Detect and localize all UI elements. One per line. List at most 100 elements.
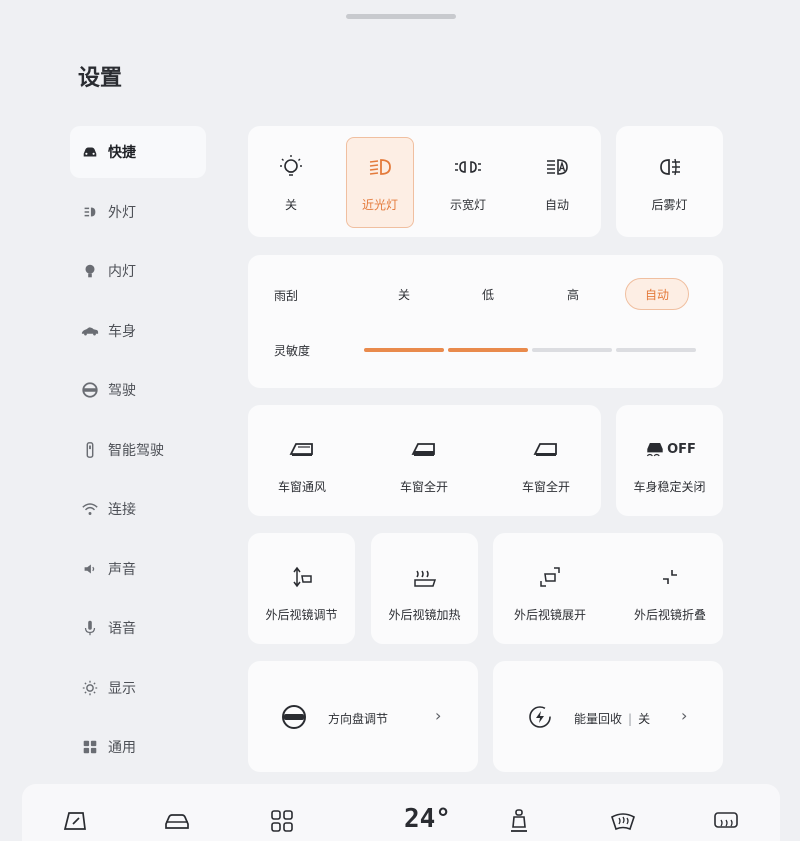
dock-seat-button[interactable]	[502, 806, 536, 840]
sidebar-item-general[interactable]: 通用	[70, 721, 206, 773]
sidebar-item-label: 智能驾驶	[108, 442, 164, 459]
mirror-option-label: 外后视镜折叠	[633, 608, 706, 622]
auto-light-icon	[543, 152, 571, 182]
energy-recovery-value: 关	[638, 712, 651, 726]
smart-drive-icon	[80, 440, 100, 460]
rear-defrost-icon	[712, 807, 740, 839]
sidebar-item-interior-lights[interactable]: 内灯	[70, 245, 206, 297]
energy-recovery-label: 能量回收	[574, 712, 623, 726]
light-off-icon	[277, 152, 305, 182]
mirror-fold-icon	[656, 562, 684, 592]
dock-car-button[interactable]	[160, 806, 194, 840]
car-icon	[163, 807, 191, 839]
sensitivity-label: 灵敏度	[274, 344, 311, 358]
sidebar-item-sound[interactable]: 声音	[70, 543, 206, 595]
mirror-option-label: 外后视镜展开	[513, 608, 586, 622]
light-option-label: 示宽灯	[449, 198, 486, 212]
wiper-low-button[interactable]: 低	[456, 278, 520, 310]
car-icon	[80, 142, 100, 162]
esc-badge: OFF	[667, 441, 696, 457]
chevron-right-icon: ›	[681, 706, 688, 725]
seat-icon	[505, 807, 533, 839]
window-vent-button[interactable]: 车窗通风	[262, 420, 342, 508]
rear-fog-icon	[656, 152, 684, 182]
sidebar-item-display[interactable]: 显示	[70, 662, 206, 714]
energy-recovery-row[interactable]: 能量回收 | 关	[526, 703, 650, 734]
microphone-icon	[80, 618, 100, 638]
front-defrost-icon	[609, 807, 637, 839]
wiper-card	[248, 255, 723, 388]
dock-rear-defrost-button[interactable]	[709, 806, 743, 840]
sidebar-item-exterior-lights[interactable]: 外灯	[70, 186, 206, 238]
window-option-label: 车窗全开	[399, 480, 448, 494]
sidebar-item-label: 外灯	[108, 204, 136, 221]
dock-temperature[interactable]: 24°	[404, 804, 451, 834]
dock-apps-button[interactable]	[265, 806, 299, 840]
auto-light-button[interactable]: 自动	[523, 138, 591, 228]
sidebar-item-label: 语音	[108, 621, 136, 637]
energy-recovery-separator: |	[628, 711, 633, 726]
window-vent-icon	[288, 434, 316, 464]
brightness-icon	[80, 678, 100, 698]
sidebar-item-label: 驾驶	[108, 383, 136, 399]
page-title: 设置	[78, 66, 123, 91]
sensitivity-segment-1[interactable]	[364, 348, 444, 352]
sidebar-item-quick[interactable]: 快捷	[70, 126, 206, 178]
sidebar-item-label: 显示	[108, 680, 136, 697]
bottom-dock: 24°	[22, 784, 780, 841]
dock-navigation-button[interactable]	[58, 806, 92, 840]
sidebar-item-smart-driving[interactable]: 智能驾驶	[70, 424, 206, 476]
window-option-label: 车窗全开	[521, 480, 570, 494]
steering-adjust-label: 方向盘调节	[328, 712, 389, 726]
mirror-unfold-icon	[536, 562, 564, 592]
sidebar: 快捷 外灯 内灯 车身 驾驶 智能驾驶 连接 声音 语音 显示 通用	[70, 126, 206, 781]
steering-wheel-icon	[80, 380, 100, 400]
parking-light-icon	[454, 152, 482, 182]
wifi-icon	[80, 499, 100, 519]
parking-light-button[interactable]: 示宽灯	[434, 138, 502, 228]
sidebar-item-connect[interactable]: 连接	[70, 483, 206, 535]
mirror-option-label: 外后视镜调节	[265, 608, 338, 622]
mirror-fold-button[interactable]: 外后视镜折叠	[620, 548, 720, 636]
light-option-label: 近光灯	[361, 198, 398, 212]
apps-icon	[268, 807, 296, 839]
window-option-label: 车窗通风	[277, 480, 326, 494]
sensitivity-segment-3[interactable]	[532, 348, 612, 352]
esc-label: 车身稳定关闭	[633, 480, 706, 494]
dock-front-defrost-button[interactable]	[606, 806, 640, 840]
sidebar-item-driving[interactable]: 驾驶	[70, 364, 206, 416]
sidebar-item-voice[interactable]: 语音	[70, 602, 206, 654]
drag-handle[interactable]	[346, 14, 456, 19]
window-open-button[interactable]: 车窗全开	[384, 420, 464, 508]
sidebar-item-label: 快捷	[108, 145, 136, 161]
esc-off-icon: OFF	[643, 434, 696, 464]
bulb-icon	[80, 261, 100, 281]
sensitivity-segment-4[interactable]	[616, 348, 696, 352]
low-beam-button[interactable]: 近光灯	[346, 137, 414, 228]
mirror-adjust-icon	[288, 562, 316, 592]
wiper-label: 雨刮	[274, 289, 299, 303]
mirror-heat-button[interactable]: 外后视镜加热	[375, 548, 474, 636]
sidebar-item-body[interactable]: 车身	[70, 305, 206, 357]
sidebar-item-label: 车身	[108, 323, 136, 340]
wiper-auto-button[interactable]: 自动	[625, 278, 689, 310]
navigation-icon	[61, 807, 89, 839]
sensitivity-segment-2[interactable]	[448, 348, 528, 352]
speaker-icon	[80, 559, 100, 579]
wiper-high-button[interactable]: 高	[541, 278, 605, 310]
esc-off-button[interactable]: OFF 车身稳定关闭	[620, 420, 719, 508]
light-option-label: 关	[284, 198, 297, 212]
steering-adjust-row[interactable]: 方向盘调节	[280, 703, 388, 734]
rear-fog-label: 后雾灯	[651, 198, 688, 212]
light-off-button[interactable]: 关	[257, 138, 325, 228]
mirror-option-label: 外后视镜加热	[388, 608, 461, 622]
mirror-unfold-button[interactable]: 外后视镜展开	[500, 548, 600, 636]
car-body-icon	[80, 321, 100, 341]
mirror-adjust-button[interactable]: 外后视镜调节	[252, 548, 351, 636]
chevron-right-icon: ›	[435, 706, 442, 725]
wiper-off-button[interactable]: 关	[372, 278, 436, 310]
rear-fog-button[interactable]: 后雾灯	[622, 138, 717, 228]
sensitivity-slider[interactable]	[364, 340, 700, 360]
energy-recovery-icon	[526, 703, 554, 734]
window-open-all-button[interactable]: 车窗全开	[506, 420, 586, 508]
